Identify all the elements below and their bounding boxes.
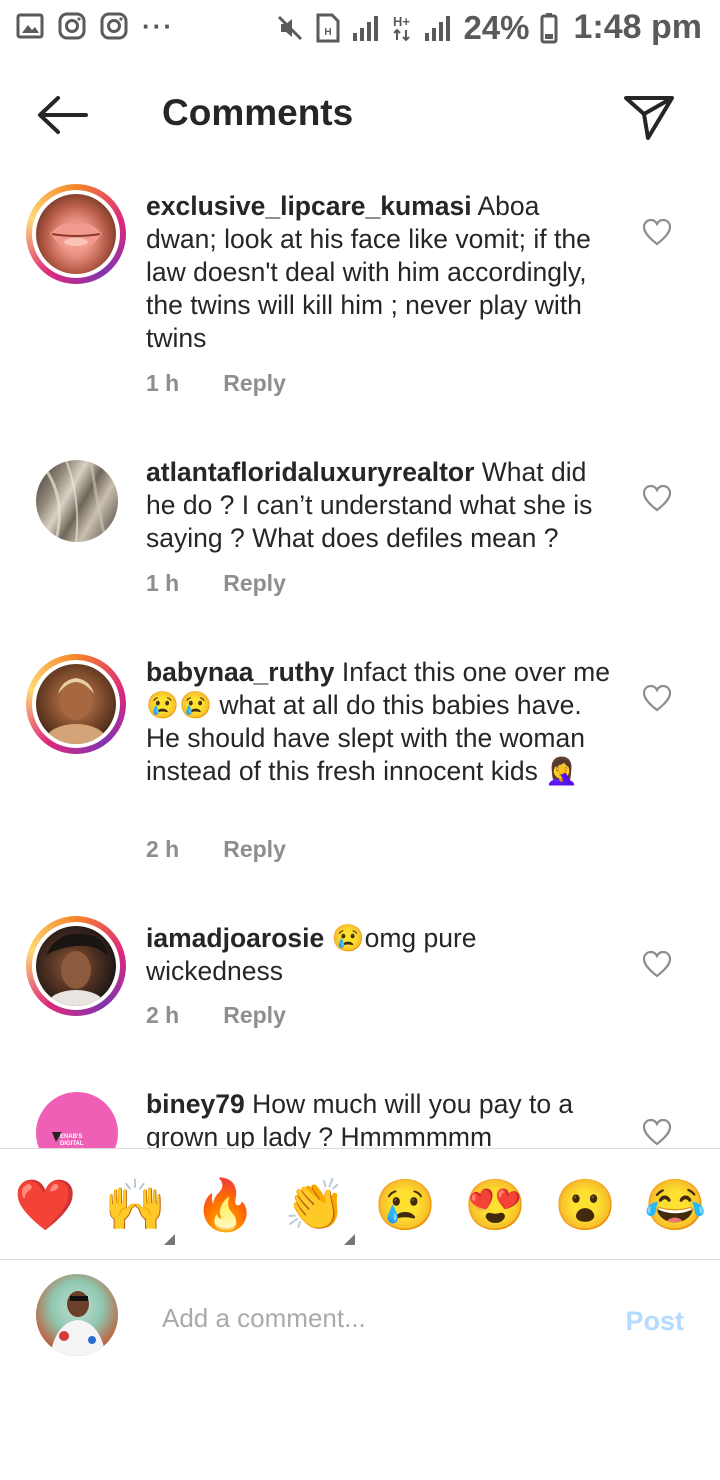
emoji-variants-indicator (344, 1234, 355, 1245)
enabs-digital-services-logo: ENAB'S DIGITAL SERVICES (52, 1132, 84, 1147)
like-heart-icon[interactable] (642, 484, 672, 512)
comment-time: 1 h (146, 570, 180, 596)
blonde-hair-photo (44, 460, 108, 542)
svg-text:ENAB'S: ENAB'S (60, 1134, 82, 1140)
comment-composer: Post (0, 1260, 720, 1380)
comment-username[interactable]: exclusive_lipcare_kumasi (146, 191, 472, 221)
comment-time: 2 h (146, 1002, 180, 1028)
comment-text: iamadjoarosie 😢omg pure wickedness (146, 922, 616, 988)
header: Comments (0, 70, 720, 160)
svg-text:DIGITAL: DIGITAL (60, 1141, 84, 1147)
signal-icon (425, 15, 451, 41)
comment-meta: 1 h Reply (146, 570, 286, 597)
battery-icon (540, 12, 557, 43)
quick-reactions-bar: ❤️ 🙌 🔥 👏 😢 😍 😮 😂 (0, 1148, 720, 1260)
comment-time: 1 h (146, 370, 180, 396)
raising-hands-emoji-button[interactable]: 🙌 (104, 1175, 166, 1235)
heart-eyes-emoji-button[interactable]: 😍 (464, 1175, 526, 1235)
battery-percentage: 24% (463, 8, 530, 46)
crying-face-emoji-button[interactable]: 😢 (374, 1175, 436, 1235)
comment-meta: 1 h Reply (146, 370, 286, 397)
clapping-hands-emoji-button[interactable]: 👏 (284, 1175, 346, 1235)
comment-text: exclusive_lipcare_kumasi Aboa dwan; look… (146, 190, 616, 355)
sim-icon: H (316, 13, 340, 42)
like-heart-icon[interactable] (642, 950, 672, 978)
avatar[interactable] (36, 460, 118, 542)
woman-glam-photo (46, 933, 108, 1006)
reply-button[interactable]: Reply (223, 1002, 286, 1029)
more-notifications-icon: ··· (142, 11, 174, 41)
avatar[interactable] (26, 654, 126, 754)
reply-button[interactable]: Reply (223, 836, 286, 863)
like-heart-icon[interactable] (642, 1118, 672, 1146)
like-heart-icon[interactable] (642, 218, 672, 246)
page-title: Comments (162, 92, 354, 133)
emoji-variants-indicator (164, 1234, 175, 1245)
svg-text:H: H (325, 27, 332, 38)
arrow-left-icon[interactable] (34, 92, 92, 138)
hplus-data-icon: H+ (393, 14, 411, 41)
status-bar: ··· H H+ 24% 1:48 pm (0, 0, 720, 56)
svg-text:H+: H+ (393, 14, 410, 29)
comment-username[interactable]: biney79 (146, 1089, 245, 1119)
tears-of-joy-emoji-button[interactable]: 😂 (644, 1175, 706, 1235)
add-comment-input[interactable] (162, 1298, 582, 1338)
avatar (36, 1274, 118, 1356)
comment-text: biney79 How much will you pay to a grown… (146, 1088, 616, 1148)
instagram-icon (58, 12, 86, 40)
fire-emoji-button[interactable]: 🔥 (194, 1175, 256, 1235)
red-heart-emoji-button[interactable]: ❤️ (14, 1175, 76, 1235)
avatar[interactable] (26, 916, 126, 1016)
comment-username[interactable]: babynaa_ruthy (146, 657, 335, 687)
mute-icon (278, 15, 303, 40)
gallery-icon (16, 13, 44, 39)
instagram-icon (100, 12, 128, 40)
avatar[interactable] (26, 184, 126, 284)
woman-portrait-photo (46, 678, 106, 744)
comment-username[interactable]: atlantafloridaluxuryrealtor (146, 457, 474, 487)
reply-button[interactable]: Reply (223, 370, 286, 397)
direct-send-icon[interactable] (622, 92, 676, 142)
avatar[interactable]: ENAB'S DIGITAL SERVICES (36, 1092, 118, 1148)
comments-list[interactable]: exclusive_lipcare_kumasi Aboa dwan; look… (0, 180, 720, 1148)
comment-username[interactable]: iamadjoarosie (146, 923, 324, 953)
comment-text: atlantafloridaluxuryrealtor What did he … (146, 456, 616, 555)
reply-button[interactable]: Reply (223, 570, 286, 597)
comment-time: 2 h (146, 836, 180, 862)
comment-text: babynaa_ruthy Infact this one over me 😢😢… (146, 656, 616, 788)
signal-icon (353, 15, 379, 41)
comment-meta: 2 h Reply (146, 836, 286, 863)
like-heart-icon[interactable] (642, 684, 672, 712)
clock: 1:48 pm (573, 8, 703, 46)
current-user-photo (50, 1291, 106, 1356)
comment-meta: 2 h Reply (146, 1002, 286, 1029)
post-button[interactable]: Post (625, 1306, 684, 1337)
open-mouth-emoji-button[interactable]: 😮 (554, 1175, 616, 1235)
lips-photo (50, 223, 102, 251)
